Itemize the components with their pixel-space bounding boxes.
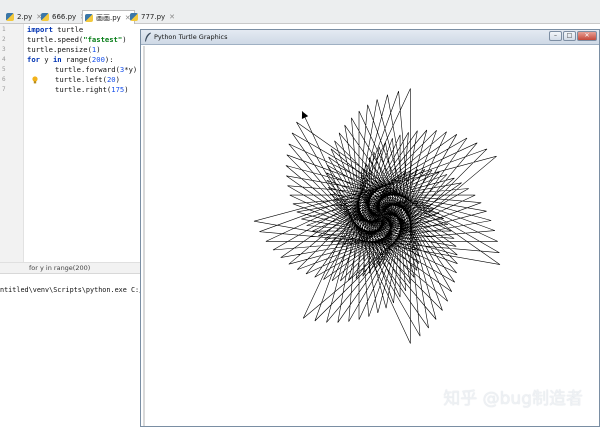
line-number: 1 bbox=[2, 26, 6, 33]
line-number: 4 bbox=[2, 56, 6, 63]
lightbulb-icon[interactable] bbox=[32, 76, 38, 84]
tab-label: 777.py bbox=[141, 13, 166, 21]
code-line-7: turtle.right(175) bbox=[55, 85, 129, 94]
tab-666-py[interactable]: 666.py ✕ bbox=[39, 10, 86, 24]
code-line-1: import turtle bbox=[27, 25, 84, 34]
maximize-button[interactable]: □ bbox=[563, 31, 576, 41]
tab-label: 画画.py bbox=[96, 13, 121, 22]
window-title: Python Turtle Graphics bbox=[154, 33, 228, 41]
code-line-3: turtle.pensize(1) bbox=[27, 45, 101, 54]
python-file-icon bbox=[41, 13, 49, 21]
line-number: 6 bbox=[2, 76, 6, 83]
line-number: 5 bbox=[2, 66, 6, 73]
turtle-canvas[interactable]: 知乎 @bug制造者 bbox=[143, 46, 599, 426]
breadcrumb-bar: for y in range(200) bbox=[0, 262, 140, 274]
code-editor[interactable]: import turtle turtle.speed("fastest") tu… bbox=[24, 24, 140, 262]
code-line-5: turtle.forward(3*y) bbox=[55, 65, 138, 74]
console-command-line: ntitled\venv\Scripts\python.exe C:/ bbox=[0, 286, 144, 294]
tab-777-py[interactable]: 777.py ✕ bbox=[128, 10, 175, 24]
turtle-drawing bbox=[253, 88, 501, 344]
breadcrumb[interactable]: for y in range(200) bbox=[29, 264, 90, 272]
python-file-icon bbox=[85, 13, 93, 22]
run-console[interactable]: ntitled\venv\Scripts\python.exe C:/ bbox=[0, 274, 144, 427]
close-button[interactable]: ✕ bbox=[577, 31, 597, 41]
tab-2-py[interactable]: 2.py ✕ bbox=[4, 10, 42, 24]
python-file-icon bbox=[6, 13, 14, 21]
python-file-icon bbox=[130, 13, 138, 21]
code-line-2: turtle.speed("fastest") bbox=[27, 35, 127, 44]
code-line-6: turtle.left(20) bbox=[55, 75, 120, 84]
tab-label: 666.py bbox=[52, 13, 77, 21]
window-controls: – □ ✕ bbox=[549, 31, 597, 41]
line-number: 7 bbox=[2, 86, 6, 93]
minimize-button[interactable]: – bbox=[549, 31, 562, 41]
line-number-gutter: 1 2 3 4 5 6 7 bbox=[0, 24, 24, 262]
editor-tab-bar: 2.py ✕ 666.py ✕ 画画.py ✕ 777.py ✕ bbox=[0, 0, 600, 24]
turtle-path bbox=[253, 88, 501, 344]
window-title-bar[interactable]: Python Turtle Graphics – □ ✕ bbox=[141, 30, 599, 45]
line-number: 2 bbox=[2, 36, 6, 43]
line-number: 3 bbox=[2, 46, 6, 53]
turtle-graphics-window[interactable]: Python Turtle Graphics – □ ✕ 知乎 @bug制造者 bbox=[140, 29, 600, 427]
tab-drawing-py[interactable]: 画画.py ✕ bbox=[82, 10, 135, 24]
tab-label: 2.py bbox=[17, 13, 33, 21]
watermark-text: 知乎 @bug制造者 bbox=[443, 389, 583, 409]
code-line-4: for y in range(200): bbox=[27, 55, 114, 64]
tab-close-icon[interactable]: ✕ bbox=[169, 13, 175, 21]
feather-icon bbox=[145, 32, 151, 42]
